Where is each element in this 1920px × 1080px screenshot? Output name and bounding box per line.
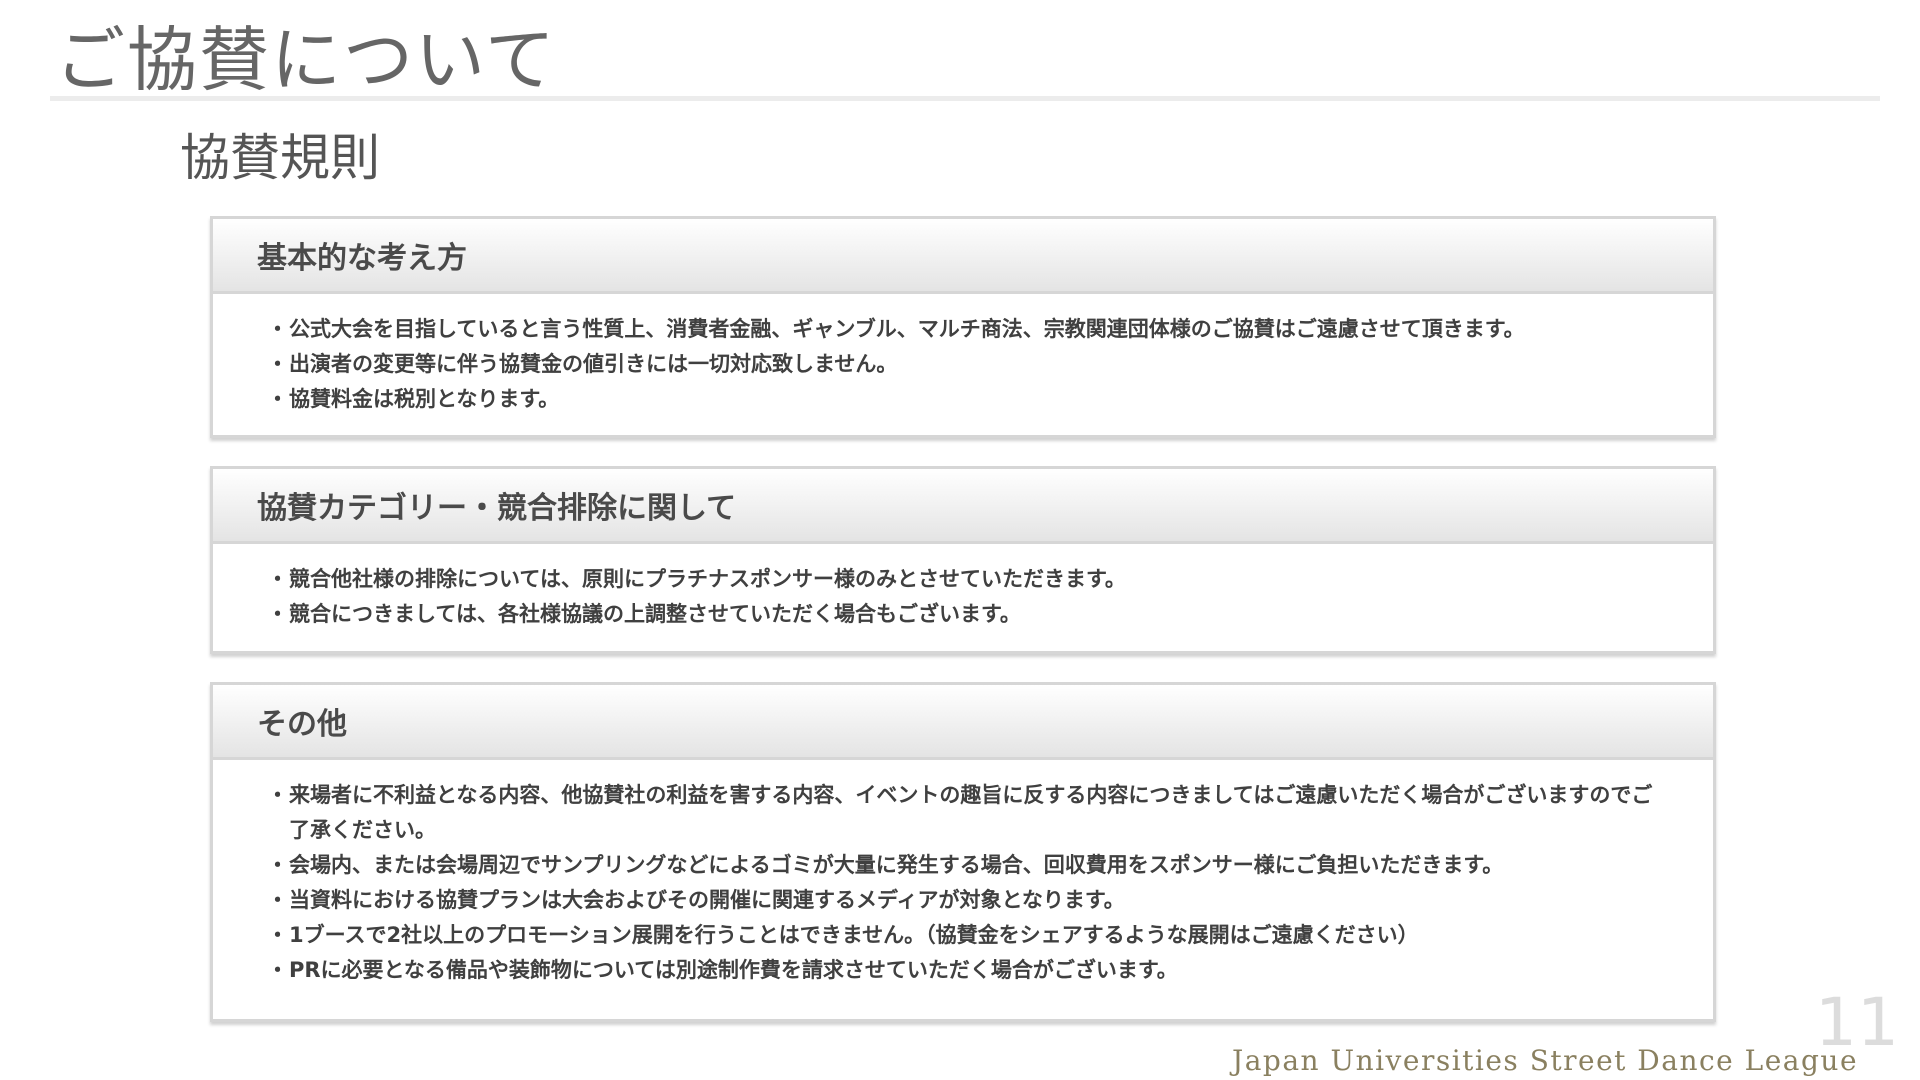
card-heading: 基本的な考え方 bbox=[213, 219, 1713, 294]
list-item: ・ 競合につきましては、各社様協議の上調整させていただく場合もございます。 bbox=[267, 597, 1673, 632]
bullet-glyph: ・ bbox=[267, 387, 288, 411]
list-item-text: PRに必要となる備品や装飾物については別途制作費を請求させていただく場合がござい… bbox=[289, 958, 1178, 982]
list-item-text: 出演者の変更等に伴う協賛金の値引きには一切対応致しません。 bbox=[289, 352, 898, 376]
footer-brand: Japan Universities Street Dance League bbox=[1232, 1044, 1859, 1077]
list-item: ・ 公式大会を目指していると言う性質上、消費者金融、ギャンブル、マルチ商法、宗教… bbox=[267, 312, 1673, 347]
bullet-glyph: ・ bbox=[267, 317, 288, 341]
list-item-text: 来場者に不利益となる内容、他協賛社の利益を害する内容、イベントの趣旨に反する内容… bbox=[289, 783, 1653, 842]
list-item: ・ 協賛料金は税別となります。 bbox=[267, 382, 1673, 417]
list-item-text: 競合につきましては、各社様協議の上調整させていただく場合もございます。 bbox=[289, 602, 1021, 626]
bullet-glyph: ・ bbox=[267, 923, 288, 947]
list-item: ・ 当資料における協賛プランは大会およびその開催に関連するメディアが対象となりま… bbox=[267, 883, 1673, 918]
bullet-glyph: ・ bbox=[267, 853, 288, 877]
card-heading: その他 bbox=[213, 685, 1713, 760]
card-body: ・ 公式大会を目指していると言う性質上、消費者金融、ギャンブル、マルチ商法、宗教… bbox=[213, 294, 1713, 417]
list-item-text: 協賛料金は税別となります。 bbox=[289, 387, 560, 411]
card-body: ・ 競合他社様の排除については、原則にプラチナスポンサー様のみとさせていただきま… bbox=[213, 544, 1713, 632]
page-title: ご協賛について bbox=[55, 19, 557, 101]
section-title: 協賛規則 bbox=[180, 129, 380, 187]
list-item: ・ 出演者の変更等に伴う協賛金の値引きには一切対応致しません。 bbox=[267, 347, 1673, 382]
card-basic-policy: 基本的な考え方 ・ 公式大会を目指していると言う性質上、消費者金融、ギャンブル、… bbox=[210, 216, 1716, 438]
card-heading: 協賛カテゴリー・競合排除に関して bbox=[213, 469, 1713, 544]
bullet-glyph: ・ bbox=[267, 783, 288, 807]
list-item-text: 当資料における協賛プランは大会およびその開催に関連するメディアが対象となります。 bbox=[289, 888, 1125, 912]
list-item: ・ 来場者に不利益となる内容、他協賛社の利益を害する内容、イベントの趣旨に反する… bbox=[267, 778, 1673, 848]
list-item: ・ 競合他社様の排除については、原則にプラチナスポンサー様のみとさせていただきま… bbox=[267, 562, 1673, 597]
bullet-glyph: ・ bbox=[267, 888, 288, 912]
card-other: その他 ・ 来場者に不利益となる内容、他協賛社の利益を害する内容、イベントの趣旨… bbox=[210, 682, 1716, 1022]
list-item-text: 会場内、または会場周辺でサンプリングなどによるゴミが大量に発生する場合、回収費用… bbox=[289, 853, 1504, 877]
bullet-glyph: ・ bbox=[267, 352, 288, 376]
list-item: ・ 1ブースで2社以上のプロモーション展開を行うことはできません。（協賛金をシェ… bbox=[267, 918, 1673, 953]
bullet-glyph: ・ bbox=[267, 602, 288, 626]
list-item-text: 1ブースで2社以上のプロモーション展開を行うことはできません。（協賛金をシェアす… bbox=[289, 923, 1419, 947]
title-divider bbox=[50, 96, 1880, 101]
bullet-glyph: ・ bbox=[267, 567, 288, 591]
card-body: ・ 来場者に不利益となる内容、他協賛社の利益を害する内容、イベントの趣旨に反する… bbox=[213, 760, 1713, 988]
bullet-glyph: ・ bbox=[267, 958, 288, 982]
list-item: ・ PRに必要となる備品や装飾物については別途制作費を請求させていただく場合がご… bbox=[267, 953, 1673, 988]
list-item-text: 公式大会を目指していると言う性質上、消費者金融、ギャンブル、マルチ商法、宗教関連… bbox=[289, 317, 1525, 341]
list-item: ・ 会場内、または会場周辺でサンプリングなどによるゴミが大量に発生する場合、回収… bbox=[267, 848, 1673, 883]
card-category-competition: 協賛カテゴリー・競合排除に関して ・ 競合他社様の排除については、原則にプラチナ… bbox=[210, 466, 1716, 654]
list-item-text: 競合他社様の排除については、原則にプラチナスポンサー様のみとさせていただきます。 bbox=[289, 567, 1126, 591]
